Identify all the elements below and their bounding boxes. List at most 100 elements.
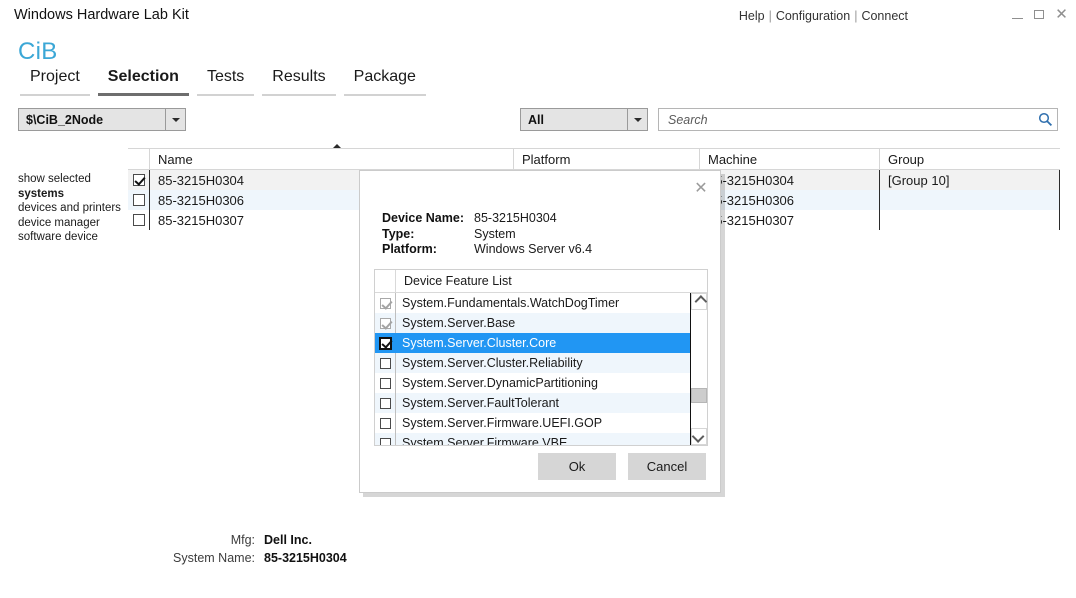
device-name-value: 85-3215H0304 — [474, 211, 557, 225]
checkbox-icon — [379, 437, 391, 445]
feature-checkbox[interactable] — [375, 373, 396, 393]
cancel-button[interactable]: Cancel — [628, 453, 706, 480]
footer-row-system-name: System Name: 85-3215H0304 — [150, 549, 347, 567]
checkbox-icon — [132, 214, 145, 226]
sidebar-item-device-manager[interactable]: device manager — [18, 216, 128, 231]
project-select[interactable]: $\CiB_2Node — [18, 108, 186, 131]
feature-list-item[interactable]: System.Server.DynamicPartitioning — [375, 373, 691, 393]
sidebar-item-software-device[interactable]: software device — [18, 230, 128, 245]
filter-select[interactable]: All — [520, 108, 648, 131]
device-info-row: Device Name: 85-3215H0304 — [382, 211, 592, 227]
feature-checkbox[interactable] — [375, 353, 396, 373]
mfg-label: Mfg: — [230, 533, 255, 547]
feature-label: System.Server.Firmware.UEFI.GOP — [402, 416, 603, 430]
filter-select-value: All — [528, 112, 544, 127]
checkbox-icon — [379, 397, 391, 409]
device-type-value: System — [474, 226, 516, 241]
title-bar: Windows Hardware Lab Kit Help | Configurat… — [0, 0, 1076, 34]
device-feature-list: Device Feature List System.Fundamentals.… — [374, 269, 708, 446]
feature-checkbox[interactable] — [375, 393, 396, 413]
feature-list-item[interactable]: System.Fundamentals.WatchDogTimer — [375, 293, 691, 313]
chevron-down-icon[interactable] — [627, 109, 647, 130]
connect-link[interactable]: Connect — [861, 9, 908, 23]
window-controls: ✕ — [1011, 7, 1068, 22]
tab-project-label: Project — [30, 68, 80, 85]
row-checkbox[interactable] — [128, 210, 150, 230]
chevron-down-icon[interactable] — [165, 109, 185, 130]
tab-tests-label: Tests — [206, 68, 245, 85]
device-platform-value: Windows Server v6.4 — [474, 242, 593, 256]
tab-results[interactable]: Results — [258, 68, 339, 96]
tab-bar: Project Selection Tests Results Package — [16, 68, 430, 96]
feature-checkbox[interactable] — [375, 413, 396, 433]
device-info: Device Name: 85-3215H0304 Type: System P… — [382, 211, 592, 258]
app-title: Windows Hardware Lab Kit — [14, 7, 189, 23]
feature-checkbox[interactable] — [375, 433, 396, 445]
feature-label: System.Server.FaultTolerant — [402, 396, 560, 410]
checkbox-icon — [379, 297, 391, 309]
feature-list-item[interactable]: System.Server.Firmware.UEFI.GOP — [375, 413, 691, 433]
row-checkbox[interactable] — [128, 190, 150, 210]
sidebar: show selected systems devices and printe… — [0, 172, 128, 245]
feature-list-item[interactable]: System.Server.Base — [375, 313, 691, 333]
tab-package[interactable]: Package — [340, 68, 430, 96]
search-input[interactable] — [666, 109, 1033, 130]
sidebar-item-devices-and-printers[interactable]: devices and printers — [18, 201, 128, 216]
row-checkbox[interactable] — [128, 170, 150, 190]
maximize-icon[interactable] — [1033, 8, 1046, 21]
tab-results-label: Results — [272, 68, 326, 85]
feature-list-body: System.Fundamentals.WatchDogTimer System… — [375, 293, 691, 446]
sidebar-item-show-selected[interactable]: show selected — [18, 172, 128, 187]
checkbox-icon — [379, 317, 391, 329]
feature-list-item[interactable]: System.Server.Firmware.VBE — [375, 433, 691, 446]
checkbox-icon — [379, 357, 391, 369]
scrollbar-thumb[interactable] — [691, 388, 707, 403]
search-icon[interactable] — [1033, 112, 1057, 127]
table-header-group[interactable]: Group — [880, 149, 1060, 169]
checkbox-icon — [378, 336, 392, 350]
row-machine: 85-3215H0306 — [700, 190, 880, 210]
checkbox-icon — [132, 194, 145, 206]
row-group — [880, 210, 1060, 230]
close-icon[interactable]: ✕ — [692, 179, 710, 197]
help-link[interactable]: Help — [739, 9, 765, 23]
chevron-down-icon[interactable] — [691, 428, 707, 445]
feature-label: System.Server.Base — [402, 316, 516, 330]
table-header-checkbox — [128, 149, 150, 169]
link-separator-1: | — [768, 9, 772, 23]
tab-selection[interactable]: Selection — [94, 68, 193, 96]
device-type-label: Type: — [382, 226, 415, 241]
status-footer: Mfg: Dell Inc. System Name: 85-3215H0304 — [150, 531, 347, 567]
tab-package-label: Package — [353, 68, 416, 85]
feature-checkbox[interactable] — [375, 293, 396, 313]
row-group: [Group 10] — [880, 170, 1060, 190]
feature-label: System.Fundamentals.WatchDogTimer — [402, 296, 620, 310]
feature-label: System.Server.Cluster.Reliability — [402, 356, 583, 370]
configuration-link[interactable]: Configuration — [776, 9, 850, 23]
checkbox-icon — [379, 377, 391, 389]
feature-list-header: Device Feature List — [375, 270, 707, 293]
search-box[interactable] — [658, 108, 1058, 131]
checkbox-icon — [379, 417, 391, 429]
feature-list-item-selected[interactable]: System.Server.Cluster.Core — [375, 333, 691, 353]
chevron-up-icon[interactable] — [691, 293, 707, 310]
close-icon[interactable]: ✕ — [1055, 7, 1068, 22]
feature-list-scrollbar[interactable] — [690, 293, 707, 445]
sidebar-item-systems[interactable]: systems — [18, 187, 128, 202]
tab-tests[interactable]: Tests — [193, 68, 258, 96]
row-group — [880, 190, 1060, 210]
ok-button[interactable]: Ok — [538, 453, 616, 480]
tab-project[interactable]: Project — [16, 68, 94, 96]
feature-label: System.Server.Firmware.VBE — [402, 436, 568, 446]
minimize-icon[interactable] — [1011, 8, 1024, 21]
feature-checkbox[interactable] — [375, 333, 396, 353]
table-header-name[interactable]: Name — [150, 149, 514, 169]
system-name-label: System Name: — [173, 551, 255, 565]
table-header-platform[interactable]: Platform — [514, 149, 700, 169]
feature-checkbox[interactable] — [375, 313, 396, 333]
table-header-machine[interactable]: Machine — [700, 149, 880, 169]
feature-list-item[interactable]: System.Server.FaultTolerant — [375, 393, 691, 413]
mfg-value: Dell Inc. — [264, 533, 312, 547]
feature-list-item[interactable]: System.Server.Cluster.Reliability — [375, 353, 691, 373]
feature-label: System.Server.DynamicPartitioning — [402, 376, 598, 390]
